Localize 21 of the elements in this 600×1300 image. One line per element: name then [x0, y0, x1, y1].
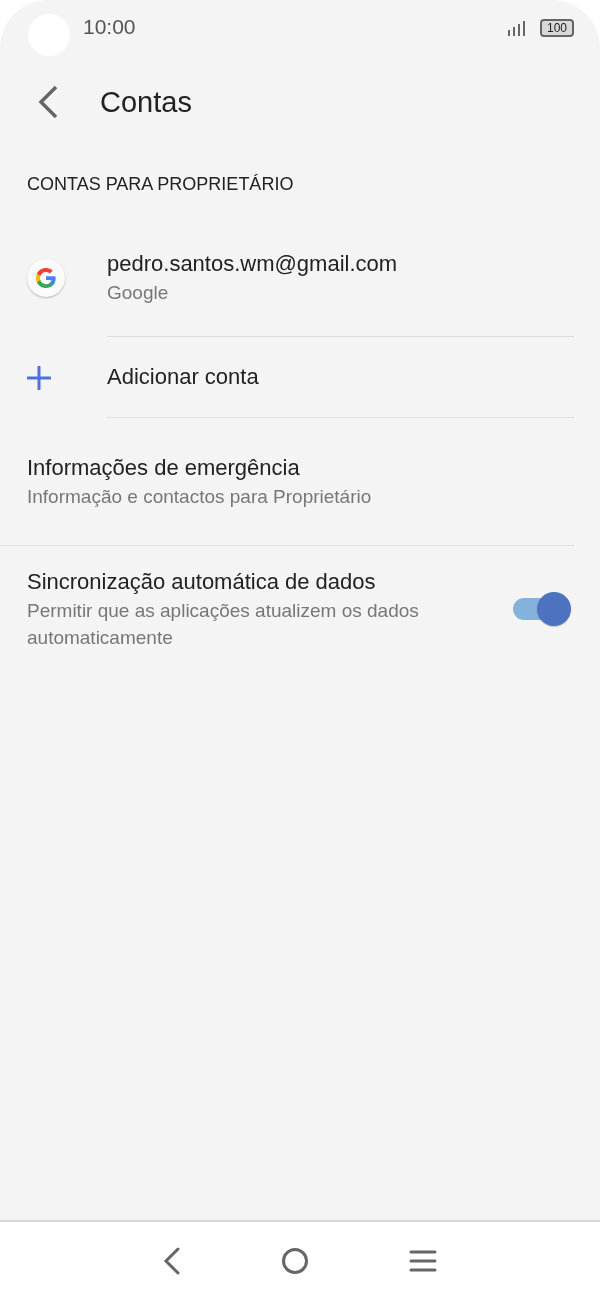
- google-icon: [27, 259, 65, 297]
- page-title: Contas: [100, 85, 192, 119]
- back-button[interactable]: [163, 1247, 181, 1275]
- setting-description: Informação e contactos para Proprietário: [27, 485, 373, 509]
- battery-indicator: 100: [539, 19, 574, 37]
- setting-title: Sincronização automática de dados: [27, 567, 377, 596]
- account-title: pedro.santos.wm@gmail.com: [107, 250, 399, 278]
- setting-title: Informações de emergência: [27, 454, 301, 482]
- account-row[interactable]: Adicionar conta: [0, 337, 600, 418]
- status-time: 10:00: [83, 15, 137, 39]
- setting-row[interactable]: Sincronização automática de dados Permitir que as aplicações atualizem os dados automaticamente: [0, 546, 600, 671]
- account-type: Google: [107, 281, 170, 305]
- home-button[interactable]: [281, 1247, 309, 1275]
- account-title: Adicionar conta: [107, 363, 260, 391]
- setting-description: Permitir que as aplicações atualizem os dados automaticamente: [27, 598, 420, 650]
- plus-icon: [27, 365, 51, 390]
- setting-row[interactable]: Informações de emergência Informação e contactos para Proprietário: [0, 418, 600, 546]
- signal-icon: [506, 20, 527, 36]
- account-row[interactable]: pedro.santos.wm@gmail.com Google: [0, 219, 600, 337]
- menu-button[interactable]: [409, 1250, 437, 1272]
- section-title: CONTAS PARA PROPRIETÁRIO: [26, 173, 295, 196]
